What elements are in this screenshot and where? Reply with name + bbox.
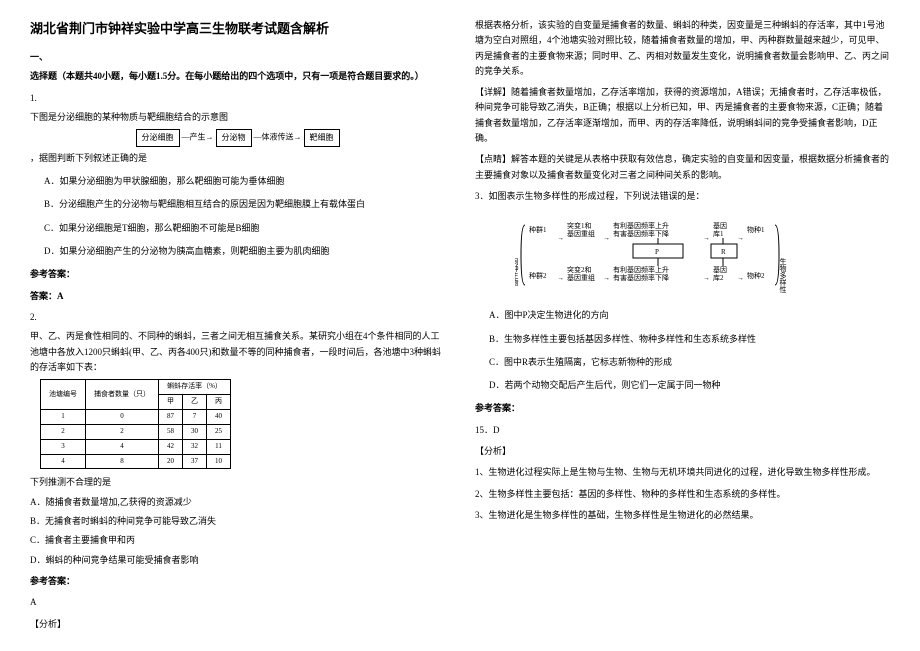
svg-text:R: R [721, 248, 726, 256]
section-heading: 一、 [30, 50, 445, 65]
svg-text:→: → [603, 234, 610, 242]
q2-option-d: D．蝌蚪的种间竞争结果可能受捕食者影响 [30, 553, 445, 568]
table-row: 34423211 [41, 439, 231, 454]
svg-text:种群1: 种群1 [529, 225, 547, 234]
th-b: 乙 [183, 395, 207, 410]
svg-text:→: → [557, 274, 564, 282]
q2-option-b: B．无捕食者时蝌蚪的种间竞争可能导致乙消失 [30, 514, 445, 529]
q1-answer-label: 参考答案： [30, 267, 445, 282]
q3-analysis-1: 1、生物进化过程实际上是生物与生物、生物与无机环境共同进化的过程，进化导致生物多… [475, 465, 890, 480]
svg-text:→: → [737, 274, 744, 282]
q1-stem: 下图是分泌细胞的某种物质与靶细胞结合的示意图 [30, 110, 445, 125]
q2-number: 2. [30, 310, 445, 325]
svg-text:突变2和基因重组: 突变2和基因重组 [567, 265, 595, 282]
q3-analysis-3: 3、生物进化是生物多样性的基础，生物多样性是生物进化的必然结果。 [475, 508, 890, 523]
table-row: 48203710 [41, 454, 231, 469]
svg-text:基因库1: 基因库1 [713, 221, 727, 238]
th-c: 丙 [207, 395, 231, 410]
flow-box-a: 分泌细胞 [136, 129, 180, 147]
left-label: 同种生物 [515, 258, 519, 287]
arrow-icon: —产生→ [182, 133, 214, 142]
q3-option-b: B．生物多样性主要包括基因多样性、物种多样性和生态系统多样性 [489, 332, 890, 347]
q3-analysis-label: 【分析】 [475, 444, 890, 459]
q2-option-a: A．随捕食者数量增加,乙获得的资源减少 [30, 495, 445, 510]
table-row: 1087740 [41, 409, 231, 424]
right-label: 生物多样性 [779, 257, 787, 294]
analysis-text: 根据表格分析，该实验的自变量是捕食者的数量、蝌蚪的种类，因变量是三种蝌蚪的存活率… [475, 18, 890, 79]
svg-text:→: → [703, 274, 710, 282]
q2-answer-label: 参考答案： [30, 574, 445, 589]
svg-text:物种2: 物种2 [747, 271, 765, 280]
q3-analysis-2: 2、生物多样性主要包括：基因的多样性、物种的多样性和生态系统的多样性。 [475, 487, 890, 502]
flow-box-b: 分泌物 [216, 129, 252, 147]
section-instructions: 选择题（本题共40小题，每小题1.5分。在每小题给出的四个选项中，只有一项是符合… [30, 69, 445, 84]
detail-text: 【详解】随着捕食者数量增加，乙存活率增加，获得的资源增加，A错误；无捕食者时，乙… [475, 85, 890, 146]
analysis-label: 【分析】 [30, 617, 445, 632]
svg-text:种群2: 种群2 [529, 271, 547, 280]
table-row: 22583025 [41, 424, 231, 439]
svg-text:有利基因频率上升有害基因频率下降: 有利基因频率上升有害基因频率下降 [613, 221, 669, 238]
q1-option-c: C．如果分泌细胞是T细胞，那么靶细胞不可能是B细胞 [44, 221, 445, 236]
svg-text:P: P [655, 248, 659, 256]
q1-option-d: D．如果分泌细胞产生的分泌物为胰高血糖素，则靶细胞主要为肌肉细胞 [44, 244, 445, 259]
q3-diagram: 同种生物 种群1 → 突变1和基因重组 → 有利基因频率上升有害基因频率下降 →… [515, 210, 890, 300]
svg-text:→: → [737, 234, 744, 242]
arrow-icon: —体液传送→ [254, 133, 302, 142]
svg-text:物种1: 物种1 [747, 225, 765, 234]
q1-option-a: A．如果分泌细胞为甲状腺细胞，那么靶细胞可能为垂体细胞 [44, 174, 445, 189]
svg-text:→: → [703, 234, 710, 242]
q1-number: 1. [30, 91, 445, 106]
q3-stem: 3．如图表示生物多样性的形成过程，下列说法错误的是： [475, 189, 890, 204]
svg-text:基因库2: 基因库2 [713, 265, 727, 282]
q2-option-c: C．捕食者主要捕食甲和丙 [30, 533, 445, 548]
th-predator: 捕食者数量（只） [86, 380, 159, 410]
svg-text:有利基因频率上升有害基因频率下降: 有利基因频率上升有害基因频率下降 [613, 265, 669, 282]
th-survival: 蝌蚪存活率（%） [159, 380, 231, 395]
q2-answer: A [30, 595, 445, 610]
q3-option-a: A．图中P决定生物进化的方向 [489, 308, 890, 323]
q3-option-d: D．若两个动物交配后产生后代，则它们一定属于同一物种 [489, 378, 890, 393]
page-title: 湖北省荆门市钟祥实验中学高三生物联考试题含解析 [30, 18, 445, 40]
point-text: 【点睛】解答本题的关键是从表格中获取有效信息，确定实验的自变量和因变量，根据数据… [475, 152, 890, 183]
th-pool: 池塘编号 [41, 380, 86, 410]
svg-text:→: → [557, 234, 564, 242]
q3-answer-label: 参考答案： [475, 401, 890, 416]
flow-box-c: 靶细胞 [304, 129, 340, 147]
q1-option-b: B．分泌细胞产生的分泌物与靶细胞相互结合的原因是因为靶细胞膜上有载体蛋白 [44, 197, 445, 212]
svg-text:→: → [603, 274, 610, 282]
q3-answer: 15．D [475, 423, 890, 438]
q1-answer: 答案：A [30, 289, 445, 304]
th-a: 甲 [159, 395, 183, 410]
q2-prompt: 下列推测不合理的是 [30, 475, 445, 490]
q3-option-c: C．图中R表示生殖隔离，它标志新物种的形成 [489, 355, 890, 370]
q2-stem: 甲、乙、丙是食性相同的、不同种的蝌蚪，三者之间无相互捕食关系。某研究小组在4个条… [30, 329, 445, 375]
q1-prompt: ，据图判断下列叙述正确的是 [30, 151, 445, 166]
svg-text:突变1和基因重组: 突变1和基因重组 [567, 221, 595, 238]
q2-data-table: 池塘编号 捕食者数量（只） 蝌蚪存活率（%） 甲 乙 丙 1087740 225… [40, 379, 231, 469]
q1-flowchart: 分泌细胞 —产生→ 分泌物 —体液传送→ 靶细胞 [30, 129, 445, 147]
